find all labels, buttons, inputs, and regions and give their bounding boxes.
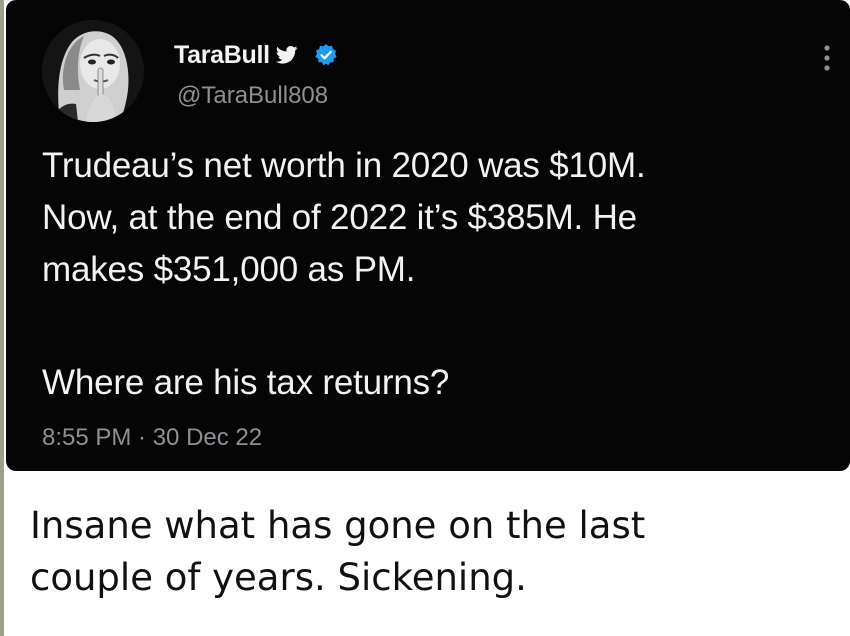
twitter-bird-icon <box>275 45 298 65</box>
post-caption: Insane what has gone on the last couple … <box>30 500 830 604</box>
caption-line: Insane what has gone on the last <box>30 504 646 547</box>
display-name[interactable]: TaraBull <box>174 41 270 70</box>
tweet-timestamp[interactable]: 8:55 PM · 30 Dec 22 <box>42 424 262 452</box>
tweet-text: Trudeau’s net worth in 2020 was $10M. No… <box>42 140 832 296</box>
tweet-text-line: Trudeau’s net worth in 2020 was $10M. <box>42 146 646 185</box>
avatar-image <box>42 20 144 122</box>
tweet-text-line: Now, at the end of 2022 it’s $385M. He <box>42 198 637 237</box>
left-edge-divider <box>0 0 4 636</box>
tweet-text-line: makes $351,000 as PM. <box>42 250 416 289</box>
caption-line: couple of years. Sickening. <box>30 556 527 599</box>
verified-badge-icon <box>314 43 338 67</box>
tweet-screenshot-card: TaraBull @TaraBull808 Trudeau’s net wort… <box>6 0 850 471</box>
more-options-icon[interactable] <box>822 44 832 72</box>
user-handle[interactable]: @TaraBull808 <box>177 82 328 110</box>
display-name-row: TaraBull <box>174 37 338 73</box>
tweet-question-line: Where are his tax returns? <box>42 363 450 402</box>
post-page: TaraBull @TaraBull808 Trudeau’s net wort… <box>0 0 850 636</box>
avatar[interactable] <box>42 20 144 122</box>
